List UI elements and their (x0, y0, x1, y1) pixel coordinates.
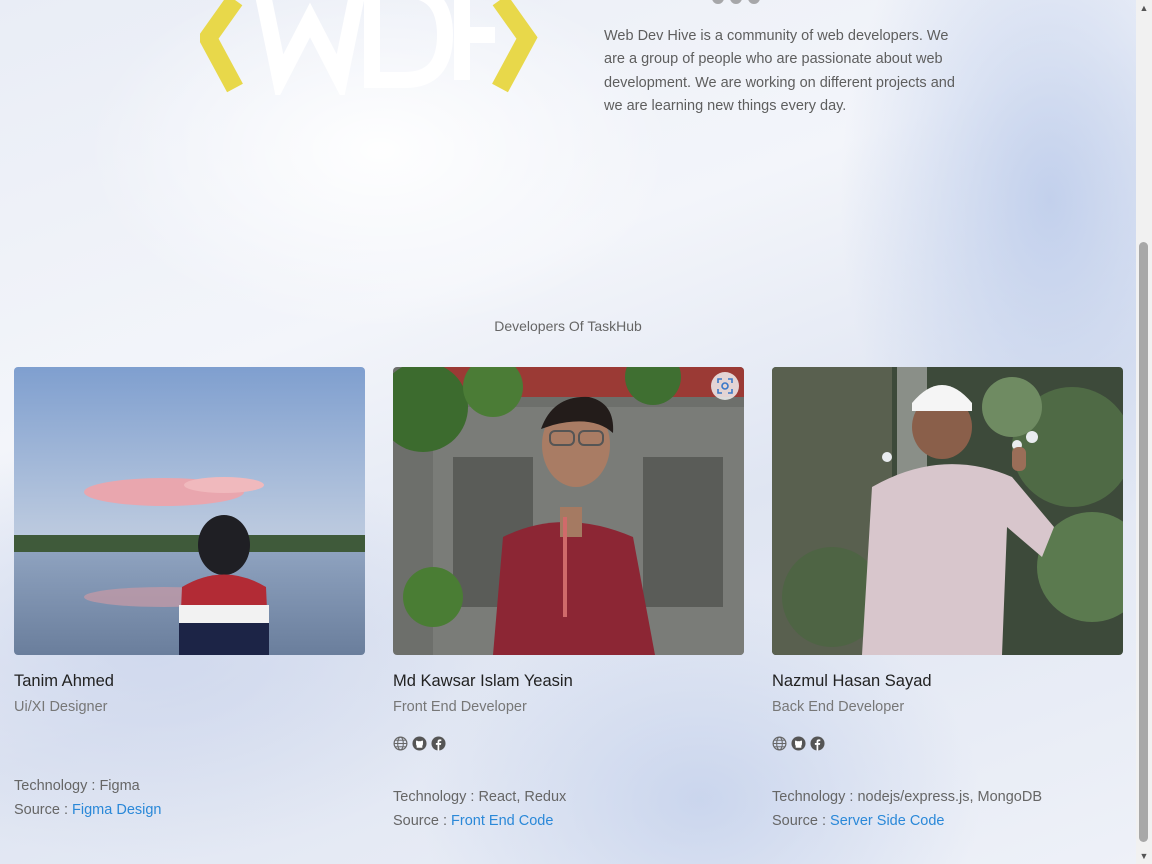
scrollbar-thumb[interactable] (1139, 242, 1148, 842)
developer-technology: Technology : Figma (14, 778, 140, 794)
scroll-down-arrow-icon[interactable]: ▼ (1136, 848, 1152, 864)
developer-card: Tanim Ahmed Ui/XI Designer Technology : … (14, 367, 365, 818)
top-social-icons (712, 0, 760, 4)
globe-icon[interactable] (772, 736, 787, 751)
developer-source: Source : Figma Design (14, 802, 162, 818)
wdh-logo (197, 0, 545, 102)
vertical-scrollbar[interactable]: ▲ ▼ (1136, 0, 1152, 864)
developer-name: Md Kawsar Islam Yeasin (393, 672, 573, 690)
developer-name: Tanim Ahmed (14, 672, 114, 690)
developer-role: Back End Developer (772, 699, 905, 715)
about-text: Web Dev Hive is a community of web devel… (604, 28, 955, 114)
source-link[interactable]: Figma Design (72, 802, 161, 818)
developer-source: Source : Front End Code (393, 813, 554, 829)
section-title: Developers Of TaskHub (494, 318, 642, 334)
developer-technology: Technology : nodejs/express.js, MongoDB (772, 789, 1043, 805)
developer-technology: Technology : React, Redux (393, 789, 567, 805)
github-icon[interactable] (730, 0, 742, 4)
developer-social-links (393, 736, 744, 752)
facebook-icon[interactable] (431, 736, 446, 751)
developer-source: Source : Server Side Code (772, 813, 945, 829)
source-link[interactable]: Front End Code (451, 813, 553, 829)
developer-role: Ui/XI Designer (14, 699, 108, 715)
developer-card: Nazmul Hasan Sayad Back End Developer Te… (772, 367, 1123, 829)
globe-icon[interactable] (393, 736, 408, 751)
source-link[interactable]: Server Side Code (830, 813, 944, 829)
developer-photo (393, 367, 744, 655)
github-icon[interactable] (791, 736, 806, 751)
developer-photo (14, 367, 365, 655)
github-icon[interactable] (412, 736, 427, 751)
facebook-icon[interactable] (748, 0, 760, 4)
developer-role: Front End Developer (393, 699, 527, 715)
developer-photo (772, 367, 1123, 655)
scroll-up-arrow-icon[interactable]: ▲ (1136, 0, 1152, 16)
developer-social-links (772, 736, 1123, 752)
developer-card: Md Kawsar Islam Yeasin Front End Develop… (393, 367, 744, 829)
developer-name: Nazmul Hasan Sayad (772, 672, 932, 690)
facebook-icon[interactable] (810, 736, 825, 751)
globe-icon[interactable] (712, 0, 724, 4)
visual-search-icon[interactable] (711, 372, 739, 400)
